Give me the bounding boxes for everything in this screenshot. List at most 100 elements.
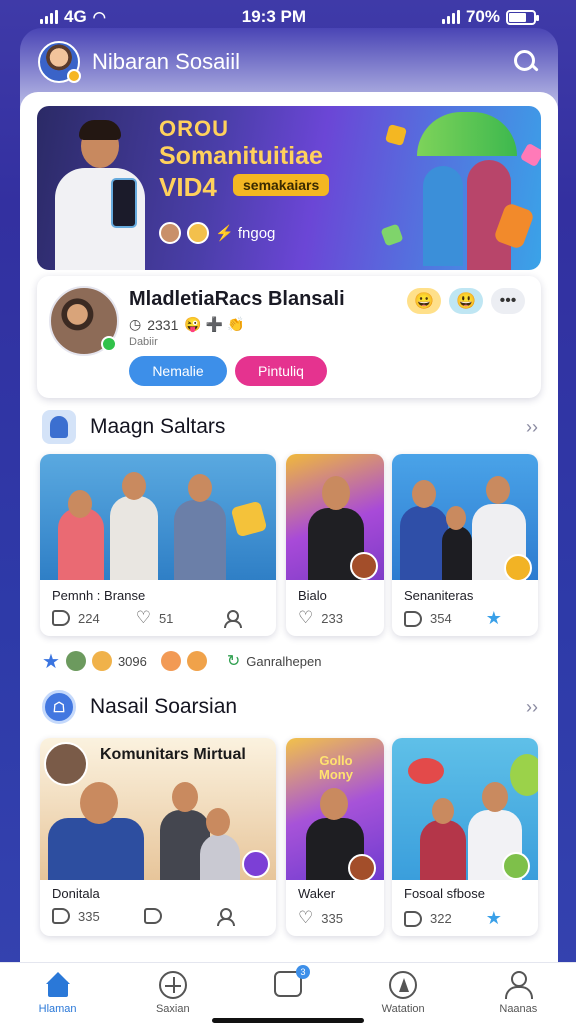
- cell-signal-icon: [441, 10, 460, 24]
- emoji-icon: [160, 651, 181, 671]
- secondary-action-button[interactable]: Pintuliq: [235, 356, 327, 386]
- like-icon[interactable]: [52, 610, 70, 626]
- nav-explore[interactable]: Saxian: [123, 971, 223, 1015]
- section1-title: Maagn Saltars: [90, 415, 226, 438]
- share-user-icon[interactable]: [216, 908, 235, 926]
- more-icon[interactable]: •••: [491, 288, 525, 314]
- banner-tag[interactable]: semakaiars: [233, 174, 330, 196]
- section2-logo-icon: ☖: [42, 690, 76, 724]
- post-actions: 335: [52, 908, 235, 926]
- party-badge-icon: [504, 554, 532, 582]
- grid-icon: 3: [273, 965, 310, 997]
- post-card[interactable]: Bialo ♡ 233: [286, 454, 384, 636]
- post-card[interactable]: Gollo Mony Waker ♡ 335: [286, 738, 384, 936]
- banner-line1: OROU: [159, 116, 229, 141]
- heart-icon[interactable]: ♡: [298, 908, 313, 928]
- post-title: Senaniteras: [404, 588, 474, 603]
- network-label: 4G: [64, 7, 87, 26]
- post-image: [40, 454, 276, 580]
- star-icon[interactable]: ★: [486, 908, 502, 929]
- star-icon: ★: [42, 650, 60, 673]
- profile-avatar[interactable]: [49, 286, 119, 356]
- avatar-badge-icon: [67, 69, 81, 83]
- post-actions: 322 ★: [404, 908, 502, 929]
- food-icon: [408, 758, 444, 784]
- heart-count: 233: [321, 610, 343, 626]
- banner-line2: Somanituitiae: [159, 142, 323, 170]
- profile-name: MladletiaRacs Blansali: [129, 288, 345, 310]
- nav-grid[interactable]: 3: [238, 965, 338, 1001]
- activity-row: ★ 3096 ↻ Ganralhepen: [42, 648, 538, 674]
- wifi-icon: ◠: [92, 9, 106, 26]
- happy-emoji-icon[interactable]: 😃: [449, 288, 483, 314]
- share-icon[interactable]: [404, 910, 422, 927]
- clock-icon: ◷: [129, 316, 142, 332]
- search-icon[interactable]: [510, 47, 540, 77]
- star-icon[interactable]: ★: [486, 608, 502, 629]
- post-image: [392, 738, 538, 880]
- smile-emoji-icon[interactable]: 😀: [407, 288, 441, 314]
- thumb-icon[interactable]: [143, 908, 162, 924]
- profile-card[interactable]: MladletiaRacs Blansali ◷ 2331 😜 ➕ 👏 Dabi…: [37, 276, 541, 398]
- post-actions: ♡ 335: [298, 908, 343, 928]
- profile-meta-count: 2331: [147, 316, 179, 333]
- nav-home[interactable]: Hlaman: [8, 971, 108, 1015]
- banner-line3: VID4: [159, 172, 217, 202]
- heart-icon[interactable]: ♡: [136, 608, 151, 628]
- primary-action-button[interactable]: Nemalie: [129, 356, 227, 386]
- profile-sub: Dabiir: [129, 336, 158, 348]
- promo-banner[interactable]: OROU Somanituitiae VID4 semakaiars ⚡ fng…: [37, 106, 541, 270]
- smile-icon: [187, 222, 209, 244]
- battery-percent: 70%: [465, 7, 500, 26]
- signal-icon: [40, 10, 58, 24]
- post-card[interactable]: Senaniteras 354 ★: [392, 454, 538, 636]
- heart-count: 51: [158, 610, 174, 626]
- banner-chips: ⚡ fngog: [159, 222, 275, 244]
- smile-icon: [91, 651, 112, 671]
- home-indicator: [212, 1018, 364, 1023]
- post-title: Bialo: [298, 588, 327, 603]
- profile-meta: ◷ 2331 😜 ➕ 👏: [129, 316, 244, 333]
- like-icon[interactable]: [52, 908, 70, 924]
- avatar-chip-icon: [65, 651, 86, 671]
- explore-icon: [158, 971, 187, 999]
- notification-badge: 3: [295, 965, 310, 979]
- share-user-icon[interactable]: [223, 610, 243, 628]
- section1-avatar-icon: [42, 410, 76, 444]
- post-title: Donitala: [52, 886, 100, 901]
- post-actions: 224 ♡ 51: [52, 608, 243, 628]
- battery-icon: [506, 9, 539, 25]
- mini-post-text: Gollo Mony: [319, 753, 353, 782]
- post-actions: ♡ 233: [298, 608, 343, 628]
- nav-explore-label: Saxian: [155, 1003, 190, 1015]
- home-icon: [43, 971, 73, 999]
- see-more-icon[interactable]: ››: [526, 417, 538, 438]
- main-content: OROU Somanituitiae VID4 semakaiars ⚡ fng…: [20, 92, 558, 962]
- activity-count: 3096: [117, 653, 147, 669]
- family-figure-image: [423, 166, 463, 266]
- feature-image: Komunitars Mirtual: [40, 738, 276, 880]
- heart-icon[interactable]: ♡: [298, 608, 313, 628]
- status-left: 4G ◠: [40, 7, 106, 27]
- post-card[interactable]: Fosoal sfbose 322 ★: [392, 738, 538, 936]
- section1-header: Maagn Saltars ››: [42, 410, 538, 444]
- nav-profile[interactable]: Naanas: [468, 971, 568, 1015]
- refresh-icon[interactable]: ↻: [227, 651, 240, 671]
- phone-icon: [111, 178, 137, 228]
- post-title: Waker: [298, 886, 336, 901]
- party-badge-icon: [502, 852, 530, 880]
- section2-header: ☖ Nasail Soarsian ››: [42, 690, 538, 724]
- post-card[interactable]: Pemnh : Branse 224 ♡ 51: [40, 454, 276, 636]
- user-avatar[interactable]: [38, 41, 81, 83]
- profile-meta-emoji: 😜 ➕ 👏: [184, 316, 245, 332]
- share-icon[interactable]: [404, 610, 422, 627]
- game-badge-icon: [242, 850, 270, 878]
- nav-watch[interactable]: Watation: [353, 971, 453, 1015]
- activity-label[interactable]: Ganralhepen: [246, 654, 321, 669]
- app-header: Nibaran Sosaiil: [20, 32, 558, 92]
- feature-card[interactable]: Komunitars Mirtual Donitala 335: [40, 738, 276, 936]
- umbrella-icon: [417, 112, 517, 156]
- post-image: Gollo Mony: [286, 738, 384, 882]
- section2-title: Nasail Soarsian: [90, 695, 238, 718]
- see-more-icon[interactable]: ››: [526, 697, 538, 718]
